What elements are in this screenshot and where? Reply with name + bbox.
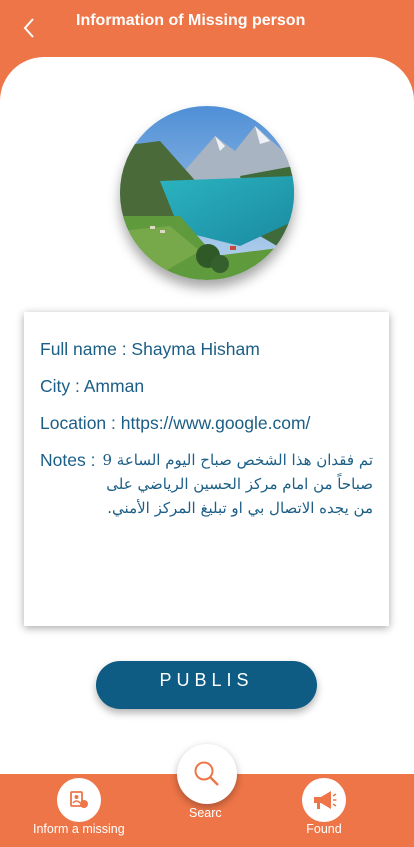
info-card: Full name : Shayma Hisham City : Amman L… bbox=[24, 312, 389, 626]
page-title: Information of Missing person bbox=[76, 12, 306, 29]
nav-search-label: Searc bbox=[189, 806, 222, 820]
report-person-icon bbox=[69, 791, 88, 808]
nav-search[interactable] bbox=[177, 744, 237, 804]
search-icon bbox=[194, 761, 219, 786]
publish-button[interactable]: PUBLIS bbox=[96, 661, 317, 709]
chevron-left-icon bbox=[23, 18, 34, 38]
notes-text: تم فقدان هذا الشخص صباح اليوم الساعة 9 ص… bbox=[102, 451, 373, 517]
nav-inform-label: Inform a missing bbox=[33, 822, 125, 836]
full-name: Full name : Shayma Hisham bbox=[40, 339, 260, 359]
nav-inform-missing[interactable]: Inform a missing bbox=[33, 778, 125, 836]
megaphone-icon bbox=[314, 791, 337, 809]
city: City : Amman bbox=[40, 376, 145, 396]
notes: Notes : تم فقدان هذا الشخص صباح اليوم ال… bbox=[40, 448, 373, 520]
nav-found-label: Found bbox=[306, 822, 342, 836]
notes-label: Notes : bbox=[40, 450, 96, 470]
back-button[interactable] bbox=[18, 16, 40, 40]
person-photo bbox=[120, 106, 294, 280]
nav-found[interactable]: Found bbox=[302, 778, 346, 836]
location[interactable]: Location : https://www.google.com/ bbox=[40, 411, 373, 435]
app-header: Information of Missing person bbox=[0, 0, 414, 60]
